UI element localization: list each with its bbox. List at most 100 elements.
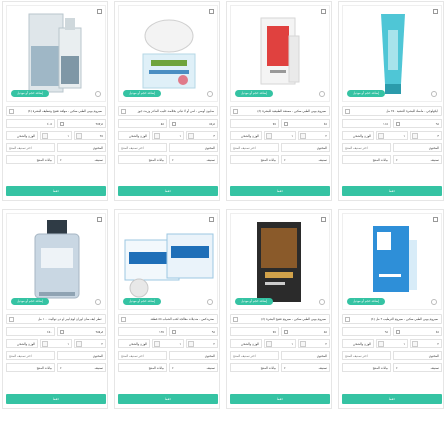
product-image[interactable]: إضافة حجم أو موديل	[118, 5, 218, 102]
product-name-field[interactable]: عطر ايف سان لوران لوم ليبر او دي تواليت …	[6, 314, 106, 324]
product-name-field[interactable]: (٤) سيروم بوبي الطبي سكين - سيروم تفتيح …	[230, 314, 330, 324]
select-checkbox[interactable]	[433, 217, 438, 222]
quantity-field[interactable]: ٢	[186, 339, 218, 348]
shipping-field[interactable]: الوزن والشحن	[6, 131, 38, 140]
old-price-field[interactable]: ٤٠٥	[6, 119, 55, 128]
content-field[interactable]: المحتوى	[169, 351, 218, 360]
price-field[interactable]: ٢٨٨٫٨	[57, 327, 106, 336]
old-price-field[interactable]: ١٣٥	[118, 327, 167, 336]
product-details-button[interactable]: بيانات المنتج	[118, 363, 167, 372]
save-button[interactable]: حفظ	[6, 186, 106, 196]
content-field[interactable]: المحتوى	[281, 143, 330, 152]
quantity-field[interactable]: ٢٥	[74, 131, 106, 140]
category-dropdown[interactable]: ▾ تصنيف	[57, 363, 106, 372]
category-select[interactable]: اختر تصنيف المنتج	[118, 143, 167, 152]
weight-field[interactable]: ١	[40, 131, 72, 140]
image-options-icon[interactable]	[431, 299, 437, 305]
quantity-field[interactable]: ٢	[298, 131, 330, 140]
content-field[interactable]: المحتوى	[393, 143, 442, 152]
weight-unit-button[interactable]	[154, 133, 160, 139]
quantity-field[interactable]: ٣	[410, 131, 442, 140]
quantity-stepper[interactable]	[300, 341, 306, 347]
product-details-button[interactable]: بيانات المنتج	[342, 155, 391, 164]
image-options-icon[interactable]	[319, 299, 325, 305]
quantity-stepper[interactable]	[300, 133, 306, 139]
old-price-field[interactable]: ١١٥	[342, 119, 391, 128]
category-select[interactable]: اختر تصنيف المنتج	[230, 143, 279, 152]
quantity-field[interactable]: ٢	[410, 339, 442, 348]
category-dropdown[interactable]: ▾ تصنيف	[281, 363, 330, 372]
category-dropdown[interactable]: ▾ تصنيف	[57, 155, 106, 164]
quantity-stepper[interactable]	[76, 133, 82, 139]
quantity-stepper[interactable]	[76, 341, 82, 347]
select-checkbox[interactable]	[97, 217, 102, 222]
category-select[interactable]: اختر تصنيف المنتج	[230, 351, 279, 360]
product-image[interactable]: إضافة حجم أو موديل	[342, 213, 442, 310]
weight-field[interactable]: ١	[152, 339, 184, 348]
weight-field[interactable]: ١	[376, 131, 408, 140]
add-variant-button[interactable]: إضافة حجم أو موديل	[11, 298, 49, 305]
image-options-icon[interactable]	[95, 91, 101, 97]
category-select[interactable]: اختر تصنيف المنتج	[6, 143, 55, 152]
weight-unit-button[interactable]	[42, 133, 48, 139]
old-price-field[interactable]: ٨٥	[118, 119, 167, 128]
weight-unit-button[interactable]	[378, 341, 384, 347]
category-select[interactable]: اختر تصنيف المنتج	[342, 143, 391, 152]
price-field[interactable]: ٥٥	[281, 327, 330, 336]
product-name-field[interactable]: (٤) سيروم بوبي الطبي سكين - مصنعة الطبيع…	[230, 106, 330, 116]
add-variant-button[interactable]: إضافة حجم أو موديل	[235, 90, 273, 97]
category-dropdown[interactable]: ▾ تصنيف	[393, 155, 442, 164]
shipping-field[interactable]: الوزن والشحن	[118, 131, 150, 140]
product-name-field[interactable]: ايكولوجي - ماسك للبشرة الدهنية ٢٥٠ مل	[342, 106, 442, 116]
quantity-field[interactable]: ٢	[298, 339, 330, 348]
save-button[interactable]: حفظ	[6, 394, 106, 404]
quantity-field[interactable]: ٣	[186, 131, 218, 140]
product-details-button[interactable]: بيانات المنتج	[6, 363, 55, 372]
content-field[interactable]: المحتوى	[393, 351, 442, 360]
product-image[interactable]: إضافة حجم أو موديل	[342, 5, 442, 102]
shipping-field[interactable]: الوزن والشحن	[342, 131, 374, 140]
weight-unit-button[interactable]	[42, 341, 48, 347]
save-button[interactable]: حفظ	[342, 186, 442, 196]
category-dropdown[interactable]: ▾ تصنيف	[169, 363, 218, 372]
quantity-stepper[interactable]	[412, 341, 418, 347]
product-name-field[interactable]: (٤) سيروم بوبي الطبي سكين - مولفة تفتيح …	[6, 106, 106, 116]
category-select[interactable]: اختر تصنيف المنتج	[342, 351, 391, 360]
product-details-button[interactable]: بيانات المنتج	[118, 155, 167, 164]
select-checkbox[interactable]	[209, 217, 214, 222]
image-options-icon[interactable]	[207, 299, 213, 305]
product-name-field[interactable]: صابون أوسن - لمن أو لا تباتي بخلاصة حليب…	[118, 106, 218, 116]
add-variant-button[interactable]: إضافة حجم أو موديل	[347, 90, 385, 97]
content-field[interactable]: المحتوى	[57, 351, 106, 360]
product-details-button[interactable]: بيانات المنتج	[230, 155, 279, 164]
product-details-button[interactable]: بيانات المنتج	[6, 155, 55, 164]
add-variant-button[interactable]: إضافة حجم أو موديل	[235, 298, 273, 305]
old-price-field[interactable]: ٧٥	[230, 327, 279, 336]
quantity-stepper[interactable]	[188, 341, 194, 347]
product-image[interactable]: إضافة حجم أو موديل	[230, 5, 330, 102]
shipping-field[interactable]: الوزن والشحن	[118, 339, 150, 348]
category-select[interactable]: اختر تصنيف المنتج	[6, 351, 55, 360]
weight-field[interactable]: ١	[264, 339, 296, 348]
shipping-field[interactable]: الوزن والشحن	[230, 131, 262, 140]
quantity-stepper[interactable]	[188, 133, 194, 139]
weight-unit-button[interactable]	[266, 133, 272, 139]
weight-field[interactable]: ١	[152, 131, 184, 140]
content-field[interactable]: المحتوى	[281, 351, 330, 360]
product-image[interactable]: إضافة حجم أو موديل	[6, 213, 106, 310]
add-variant-button[interactable]: إضافة حجم أو موديل	[11, 90, 49, 97]
content-field[interactable]: المحتوى	[169, 143, 218, 152]
select-checkbox[interactable]	[209, 9, 214, 14]
price-field[interactable]: ٥٥٫٥	[169, 119, 218, 128]
add-variant-button[interactable]: إضافة حجم أو موديل	[123, 298, 161, 305]
select-checkbox[interactable]	[97, 9, 102, 14]
add-variant-button[interactable]: إضافة حجم أو موديل	[123, 90, 161, 97]
add-variant-button[interactable]: إضافة حجم أو موديل	[347, 298, 385, 305]
weight-field[interactable]: ١	[40, 339, 72, 348]
category-dropdown[interactable]: ▾ تصنيف	[281, 155, 330, 164]
quantity-stepper[interactable]	[412, 133, 418, 139]
weight-unit-button[interactable]	[378, 133, 384, 139]
weight-field[interactable]: ١	[264, 131, 296, 140]
image-options-icon[interactable]	[319, 91, 325, 97]
category-dropdown[interactable]: ▾ تصنيف	[169, 155, 218, 164]
